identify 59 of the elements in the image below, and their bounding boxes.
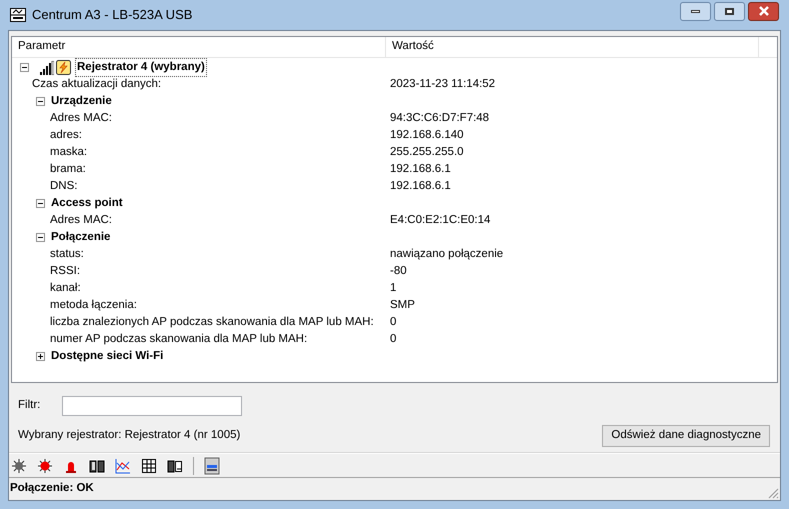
column-header[interactable]: Parametr: [12, 37, 386, 57]
parameter-name: brama:: [50, 162, 86, 175]
chart-icon[interactable]: [115, 458, 131, 474]
window-title: Centrum A3 - LB-523A USB: [32, 6, 192, 24]
parameter-value: 2023-11-23 11:14:52: [389, 76, 496, 92]
parameter-value: nawiązano połączenie: [389, 246, 504, 262]
parameter-name: kanał:: [50, 282, 81, 294]
minimize-button[interactable]: [680, 2, 711, 20]
book-icon[interactable]: [89, 458, 105, 474]
tree-group-label[interactable]: Access point: [50, 194, 124, 212]
selected-recorder-text: Wybrany rejestrator: Rejestrator 4 (nr 1005): [18, 428, 240, 444]
parameter-value: 255.255.255.0: [389, 144, 464, 160]
parameter-name: status:: [50, 248, 84, 260]
book-icon[interactable]: [167, 458, 183, 474]
parameter-name: maska:: [50, 146, 88, 158]
parameter-name: RSSI:: [50, 264, 80, 277]
parameter-value: 192.168.6.140: [389, 128, 464, 143]
parameter-name: Adres MAC:: [50, 112, 112, 124]
expand-icon[interactable]: [36, 352, 45, 361]
parameter-value: 192.168.6.1: [389, 178, 451, 194]
signal-bars-icon: [40, 60, 54, 74]
parameter-name: DNS:: [50, 180, 78, 192]
refresh-button[interactable]: Odśwież dane diagnostyczne: [602, 425, 770, 447]
device-icon[interactable]: [204, 456, 220, 474]
tree-group-label[interactable]: Urządzenie: [50, 92, 113, 110]
collapse-icon[interactable]: [36, 199, 45, 208]
parameter-value: -80: [389, 264, 407, 279]
lamp-icon[interactable]: [37, 458, 53, 474]
parameter-value: E4:C0:E2:1C:E0:14: [389, 212, 490, 228]
filter-field[interactable]: [62, 396, 242, 416]
parameter-value: 0: [389, 332, 396, 347]
close-icon: [758, 6, 770, 16]
status-bar-text: Połączenie: OK: [10, 481, 94, 496]
close-button[interactable]: [748, 2, 779, 20]
parameter-name: metoda łączenia:: [50, 298, 137, 311]
grid-icon[interactable]: [141, 458, 157, 474]
resize-grip-icon[interactable]: [767, 487, 779, 499]
tree-group-label[interactable]: Rejestrator 4 (wybrany): [76, 58, 206, 76]
tree-group-label[interactable]: Połączenie: [50, 228, 112, 246]
tree-group-label[interactable]: Dostępne sieci Wi-Fi: [50, 348, 164, 366]
parameter-name: Czas aktualizacji danych:: [32, 78, 162, 90]
collapse-icon[interactable]: [36, 97, 45, 106]
lightning-icon: [56, 60, 71, 75]
maximize-button[interactable]: [714, 2, 745, 20]
parameter-name: adres:: [50, 128, 82, 141]
parameter-value: 94:3C:C6:D7:F7:48: [389, 110, 490, 126]
collapse-icon[interactable]: [36, 233, 45, 242]
collapse-icon[interactable]: [20, 63, 29, 72]
lamp-icon[interactable]: [11, 458, 27, 474]
parameter-value: 0: [389, 314, 396, 330]
parameter-name: numer AP podczas skanowania dla MAP lub MAH:: [50, 332, 308, 345]
window-icon: [10, 7, 26, 23]
parameter-value: SMP: [389, 298, 415, 313]
parameter-value: 1: [389, 280, 396, 296]
filter-label: Filtr:: [18, 398, 40, 414]
parameter-name: Adres MAC:: [50, 214, 112, 226]
parameter-name: liczba znalezionych AP podczas skanowania dla MAP lub MAH:: [50, 316, 374, 328]
parameter-value: 192.168.6.1: [389, 162, 451, 177]
column-header[interactable]: Wartość: [386, 37, 759, 57]
